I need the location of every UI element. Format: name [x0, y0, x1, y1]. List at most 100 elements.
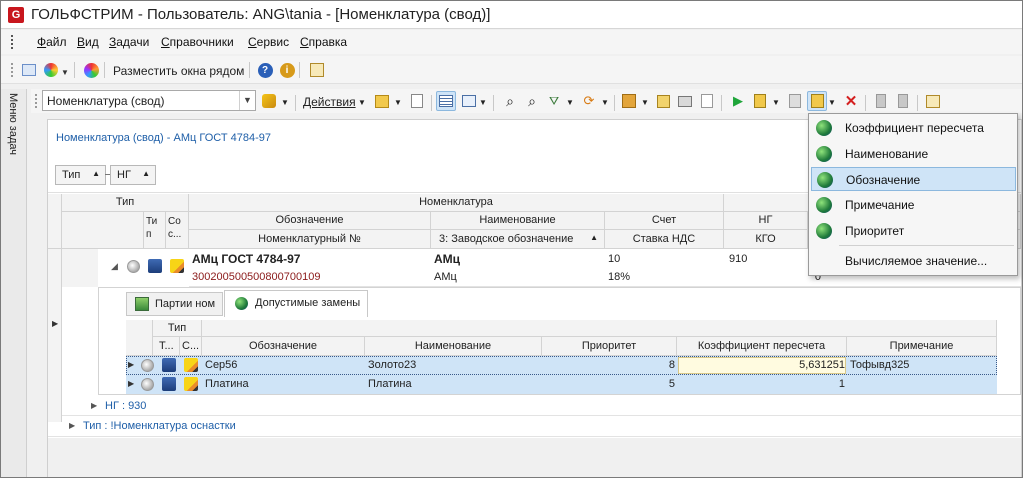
record-factory-designation[interactable]: АМц — [431, 271, 605, 283]
group-row-label[interactable]: НГ : 930 — [105, 400, 146, 412]
actions-dropdown-icon[interactable]: ▼ — [358, 98, 366, 107]
dropdown-item-coefficient[interactable]: Коэффициент пересчета — [811, 116, 1016, 140]
detail-cell-priority[interactable]: 5 — [542, 378, 675, 390]
record-vat-rate[interactable]: 18% — [605, 271, 724, 283]
col-header-tip[interactable]: Ти п — [144, 212, 166, 249]
group-row[interactable] — [62, 397, 1021, 416]
record-account[interactable]: 10 — [605, 253, 724, 265]
detail-col-t[interactable]: Т... — [153, 337, 180, 356]
sort-dropdown-icon[interactable]: ▼ — [828, 98, 836, 107]
collapse-icon[interactable]: ◢ — [111, 261, 118, 272]
col-header-factory-designation[interactable]: 3: Заводское обозначение ▲ — [431, 230, 605, 249]
detail-col-priority[interactable]: Приоритет — [542, 337, 677, 356]
search-icon[interactable]: ⌕ — [500, 91, 520, 111]
menu-view[interactable]: Вид — [77, 35, 99, 49]
col-header-nomenclature-no[interactable]: Номенклатурный № — [189, 230, 431, 249]
sort-document-icon[interactable] — [807, 91, 827, 111]
folder-edit-dropdown-icon[interactable]: ▼ — [394, 98, 402, 107]
record-nomenclature-no[interactable]: 300200500500800700109 — [189, 271, 431, 283]
detail-col-coefficient[interactable]: Коэффициент пересчета — [677, 337, 847, 356]
refresh-dropdown-icon[interactable]: ▼ — [601, 98, 609, 107]
group-row-label[interactable]: Тип : !Номенклатура оснастки — [83, 420, 236, 432]
archive-export-icon[interactable] — [893, 91, 913, 111]
detail-col-c[interactable]: С... — [180, 337, 202, 356]
tab-batches[interactable]: Партии ном — [126, 292, 223, 316]
run-document-icon[interactable] — [750, 91, 770, 111]
dropdown-item-note[interactable]: Примечание — [811, 193, 1016, 217]
breadcrumb[interactable]: Номенклатура (свод) - АМц ГОСТ 4784-97 — [56, 132, 271, 144]
document-stack-dropdown-icon[interactable]: ▼ — [641, 98, 649, 107]
group-chip-ng[interactable]: НГ ▲ — [110, 165, 156, 185]
col-header-ng[interactable]: НГ — [724, 212, 808, 230]
detail-col-designation[interactable]: Обозначение — [202, 337, 365, 356]
detail-col-note[interactable]: Примечание — [847, 337, 997, 356]
dropdown-item-name[interactable]: Наименование — [811, 142, 1016, 166]
arrange-windows-button[interactable]: Разместить окна рядом — [113, 64, 244, 78]
detail-cell-name[interactable]: Золото23 — [365, 359, 542, 371]
record-name[interactable]: АМц — [431, 252, 605, 266]
col-header-kgo[interactable]: КГО — [724, 230, 808, 249]
palette-dropdown-arrow-icon[interactable]: ▼ — [61, 68, 69, 77]
archive-icon[interactable] — [871, 91, 891, 111]
menu-file[interactable]: Файл — [37, 35, 67, 49]
dropdown-item-designation[interactable]: Обозначение — [811, 167, 1016, 191]
record-designation[interactable]: АМц ГОСТ 4784-97 — [189, 252, 431, 266]
gear-flower-icon[interactable] — [81, 60, 101, 80]
document-stack-icon[interactable] — [619, 91, 639, 111]
band-header-nomenclature[interactable]: Номенклатура — [189, 194, 724, 212]
group-chip-type[interactable]: Тип ▲ — [55, 165, 106, 185]
detail-col-name[interactable]: Наименование — [365, 337, 542, 356]
actions-menu-button[interactable]: Действия — [303, 95, 356, 109]
view-select[interactable]: Номенклатура (свод) ▼ — [42, 90, 256, 111]
menu-service[interactable]: Сервис — [248, 35, 289, 49]
delete-icon[interactable]: ✕ — [841, 91, 861, 111]
detail-cell-designation[interactable]: Сер56 — [202, 359, 365, 371]
menu-tasks[interactable]: Задачи — [109, 35, 149, 49]
record-kgo[interactable]: 0 — [726, 271, 821, 283]
col-header-account[interactable]: Счет — [605, 212, 724, 230]
run-icon[interactable]: ▶ — [728, 91, 748, 111]
detail-cell-coefficient[interactable]: 1 — [677, 378, 845, 390]
col-header-sos[interactable]: Со с... — [166, 212, 189, 249]
dropdown-item-priority[interactable]: Приоритет — [811, 219, 1016, 243]
copy-icon[interactable] — [407, 91, 427, 111]
detail-cell-note[interactable]: Тофывд325 — [847, 359, 997, 371]
key-filter-dropdown-icon[interactable]: ▼ — [281, 98, 289, 107]
filter-dropdown-icon[interactable]: ▼ — [566, 98, 574, 107]
key-filter-icon[interactable] — [259, 91, 279, 111]
edit-card-icon[interactable] — [653, 91, 673, 111]
search-advanced-icon[interactable]: ⌕ — [522, 91, 542, 111]
chevron-down-icon[interactable]: ▼ — [239, 91, 255, 110]
table-layout-dropdown-icon[interactable]: ▼ — [479, 98, 487, 107]
detail-cell-priority[interactable]: 8 — [542, 359, 675, 371]
detail-cell-name[interactable]: Платина — [365, 378, 542, 390]
detail-band-type[interactable]: Тип — [153, 320, 202, 337]
help-icon[interactable]: ? — [255, 60, 275, 80]
tab-substitutes[interactable]: Допустимые замены — [224, 290, 368, 317]
grid-view-icon[interactable] — [436, 91, 456, 111]
detail-cell-coefficient[interactable]: 5,631251 — [677, 359, 845, 371]
expand-icon[interactable]: ▶ — [69, 421, 75, 430]
duplicate-icon[interactable] — [785, 91, 805, 111]
refresh-icon[interactable]: ⟳ — [579, 91, 599, 111]
col-header-name[interactable]: Наименование — [431, 212, 605, 230]
menu-help[interactable]: Справка — [300, 35, 347, 49]
expand-icon[interactable]: ▶ — [91, 401, 97, 410]
windows-icon[interactable] — [19, 60, 39, 80]
band-header-type[interactable]: Тип — [62, 194, 189, 212]
exit-icon[interactable] — [307, 60, 327, 80]
info-icon[interactable]: i — [277, 60, 297, 80]
col-header-vat-rate[interactable]: Ставка НДС — [605, 230, 724, 249]
col-header-designation[interactable]: Обозначение — [189, 212, 431, 230]
detail-cell-designation[interactable]: Платина — [202, 378, 365, 390]
palette-icon[interactable] — [41, 60, 61, 80]
filter-icon[interactable]: ⛛ — [544, 91, 564, 111]
table-layout-icon[interactable] — [459, 91, 479, 111]
exit-document-icon[interactable] — [923, 91, 943, 111]
task-menu-tab[interactable]: Меню задач — [1, 89, 27, 477]
record-ng[interactable]: 910 — [726, 253, 808, 265]
print-preview-icon[interactable] — [697, 91, 717, 111]
print-icon[interactable] — [675, 91, 695, 111]
run-document-dropdown-icon[interactable]: ▼ — [772, 98, 780, 107]
menu-directories[interactable]: Справочники — [161, 35, 234, 49]
